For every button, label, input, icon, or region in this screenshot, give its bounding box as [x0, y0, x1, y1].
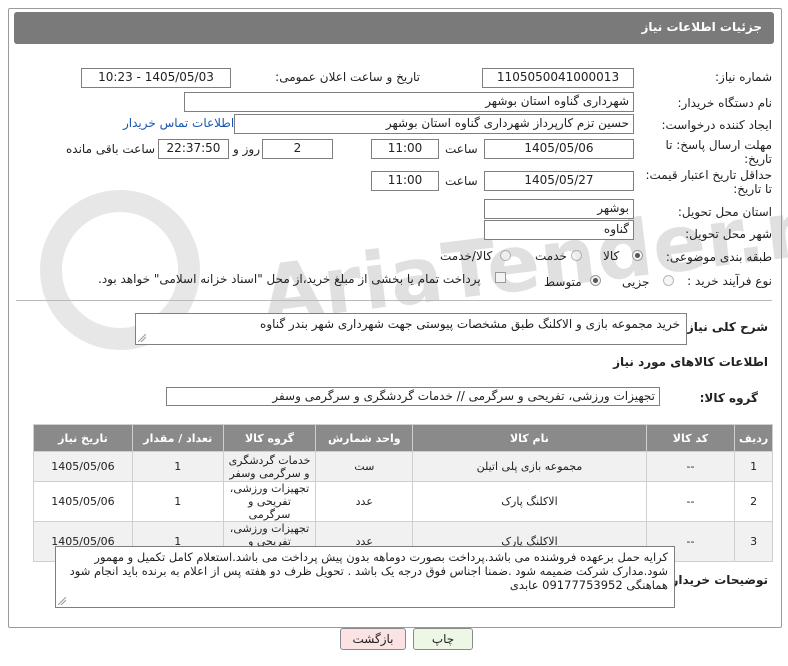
column-header-row: ردیف	[734, 424, 773, 452]
deadline-time-label: ساعت	[445, 142, 478, 156]
validity-time-label: ساعت	[445, 174, 478, 188]
treasury-payment-text: پرداخت تمام یا بخشی از مبلغ خرید،از محل …	[98, 272, 481, 286]
buyer-org-label: نام دستگاه خریدار:	[677, 96, 773, 110]
buyer-contact-link[interactable]: اطلاعات تماس خریدار	[123, 116, 234, 130]
page-header: جزئیات اطلاعات نیاز	[14, 12, 774, 44]
cell-code: --	[645, 451, 736, 482]
column-header-group: گروه کالا	[222, 424, 317, 452]
table-header-row: ردیف کد کالا نام کالا واحد شمارش گروه کا…	[33, 424, 773, 452]
validity-label: حداقل تاریخ اعتبار قیمت:	[645, 168, 772, 182]
announce-date-label: تاریخ و ساعت اعلان عمومی:	[275, 70, 420, 84]
creator-field: حسین تزم کارپرداز شهرداری گناوه استان بو…	[234, 114, 634, 134]
province-field: بوشهر	[484, 199, 634, 219]
goods-group-field: تجهیزات ورزشی، تفریحی و سرگرمی // خدمات …	[166, 387, 660, 406]
deadline-label-2: تاریخ:	[744, 152, 772, 166]
buyer-org-field: شهرداری گناوه استان بوشهر	[184, 92, 634, 112]
summary-label: شرح کلی نیاز:	[682, 320, 768, 334]
goods-group-label: گروه کالا:	[699, 391, 758, 405]
cell-group: خدمات گردشگری و سرگرمی وسفر	[222, 451, 317, 482]
cell-name: مجموعه بازی پلی اتیلن	[412, 451, 647, 482]
summary-text: خرید مجموعه بازی و الاکلنگ طبق مشخصات پی…	[260, 317, 680, 331]
cell-date: 1405/05/06	[33, 451, 133, 482]
back-button[interactable]: بازگشت	[340, 628, 406, 650]
cell-unit: ست	[315, 451, 414, 482]
need-number-label: شماره نیاز:	[715, 70, 772, 84]
cell-row: 2	[734, 481, 773, 522]
category-option-goods-service: کالا/خدمت	[440, 249, 493, 263]
process-option-medium: متوسط	[544, 275, 582, 289]
process-option-minor: جزیی	[622, 275, 650, 289]
section-divider	[16, 300, 772, 301]
goods-section-title: اطلاعات کالاهای مورد نیاز	[613, 355, 768, 369]
print-button[interactable]: چاپ	[413, 628, 473, 650]
column-header-unit: واحد شمارش	[315, 424, 414, 452]
cell-date: 1405/05/06	[33, 481, 133, 522]
cell-row: 3	[734, 521, 773, 562]
buyer-notes-label: توضیحات خریدار:	[666, 573, 768, 587]
days-remaining-field: 2	[262, 139, 333, 159]
process-radio-minor[interactable]	[663, 275, 674, 286]
cell-group: تجهیزات ورزشی، تفریحی و سرگرمی	[222, 481, 317, 522]
process-label: نوع فرآیند خرید :	[687, 274, 772, 288]
validity-time-field: 11:00	[371, 171, 439, 191]
category-label: طبقه بندی موضوعی:	[665, 250, 772, 264]
resize-grip-icon	[138, 334, 146, 342]
province-label: استان محل تحویل:	[677, 205, 772, 219]
resize-grip-icon	[58, 597, 66, 605]
cell-code: --	[645, 481, 736, 522]
validity-label-2: تا تاریخ:	[733, 182, 772, 196]
category-radio-goods-service[interactable]	[500, 250, 511, 261]
days-label: روز و	[233, 142, 260, 156]
buyer-notes-text: کرایه حمل برعهده فروشنده می باشد.پرداخت …	[69, 550, 668, 592]
process-radio-medium[interactable]	[590, 275, 601, 286]
cell-name: الاکلنگ پارک	[412, 481, 647, 522]
column-header-code: کد کالا	[645, 424, 736, 452]
column-header-name: نام کالا	[412, 424, 647, 452]
cell-qty: 1	[131, 451, 224, 482]
page-title: جزئیات اطلاعات نیاز	[641, 20, 762, 34]
category-radio-service[interactable]	[571, 250, 582, 261]
time-remaining-label: ساعت باقی مانده	[66, 142, 156, 156]
buyer-notes-textarea[interactable]: کرایه حمل برعهده فروشنده می باشد.پرداخت …	[55, 546, 675, 608]
deadline-time-field: 11:00	[371, 139, 439, 159]
cell-row: 1	[734, 451, 773, 482]
deadline-label: مهلت ارسال پاسخ: تا	[665, 138, 772, 152]
time-remaining-field: 22:37:50	[158, 139, 229, 159]
category-option-service: خدمت	[535, 249, 567, 263]
table-row: 1 -- مجموعه بازی پلی اتیلن ست خدمات گردش…	[33, 451, 773, 482]
validity-date-field: 1405/05/27	[484, 171, 634, 191]
cell-qty: 1	[131, 481, 224, 522]
creator-label: ایجاد کننده درخواست:	[661, 118, 772, 132]
treasury-payment-checkbox[interactable]	[495, 272, 506, 283]
deadline-date-field: 1405/05/06	[484, 139, 634, 159]
summary-textarea[interactable]: خرید مجموعه بازی و الاکلنگ طبق مشخصات پی…	[135, 313, 687, 345]
announce-date-field: 1405/05/03 - 10:23	[81, 68, 231, 88]
need-number-field: 1105050041000013	[482, 68, 634, 88]
category-option-goods: کالا	[603, 249, 620, 263]
column-header-qty: تعداد / مقدار	[131, 424, 224, 452]
table-row: 2 -- الاکلنگ پارک عدد تجهیزات ورزشی، تفر…	[33, 481, 773, 522]
column-header-date: تاریخ نیاز	[33, 424, 133, 452]
city-field: گناوه	[484, 220, 634, 240]
goods-table: ردیف کد کالا نام کالا واحد شمارش گروه کا…	[33, 424, 773, 562]
city-label: شهر محل تحویل:	[685, 227, 772, 241]
category-radio-goods[interactable]	[632, 250, 643, 261]
cell-unit: عدد	[315, 481, 414, 522]
